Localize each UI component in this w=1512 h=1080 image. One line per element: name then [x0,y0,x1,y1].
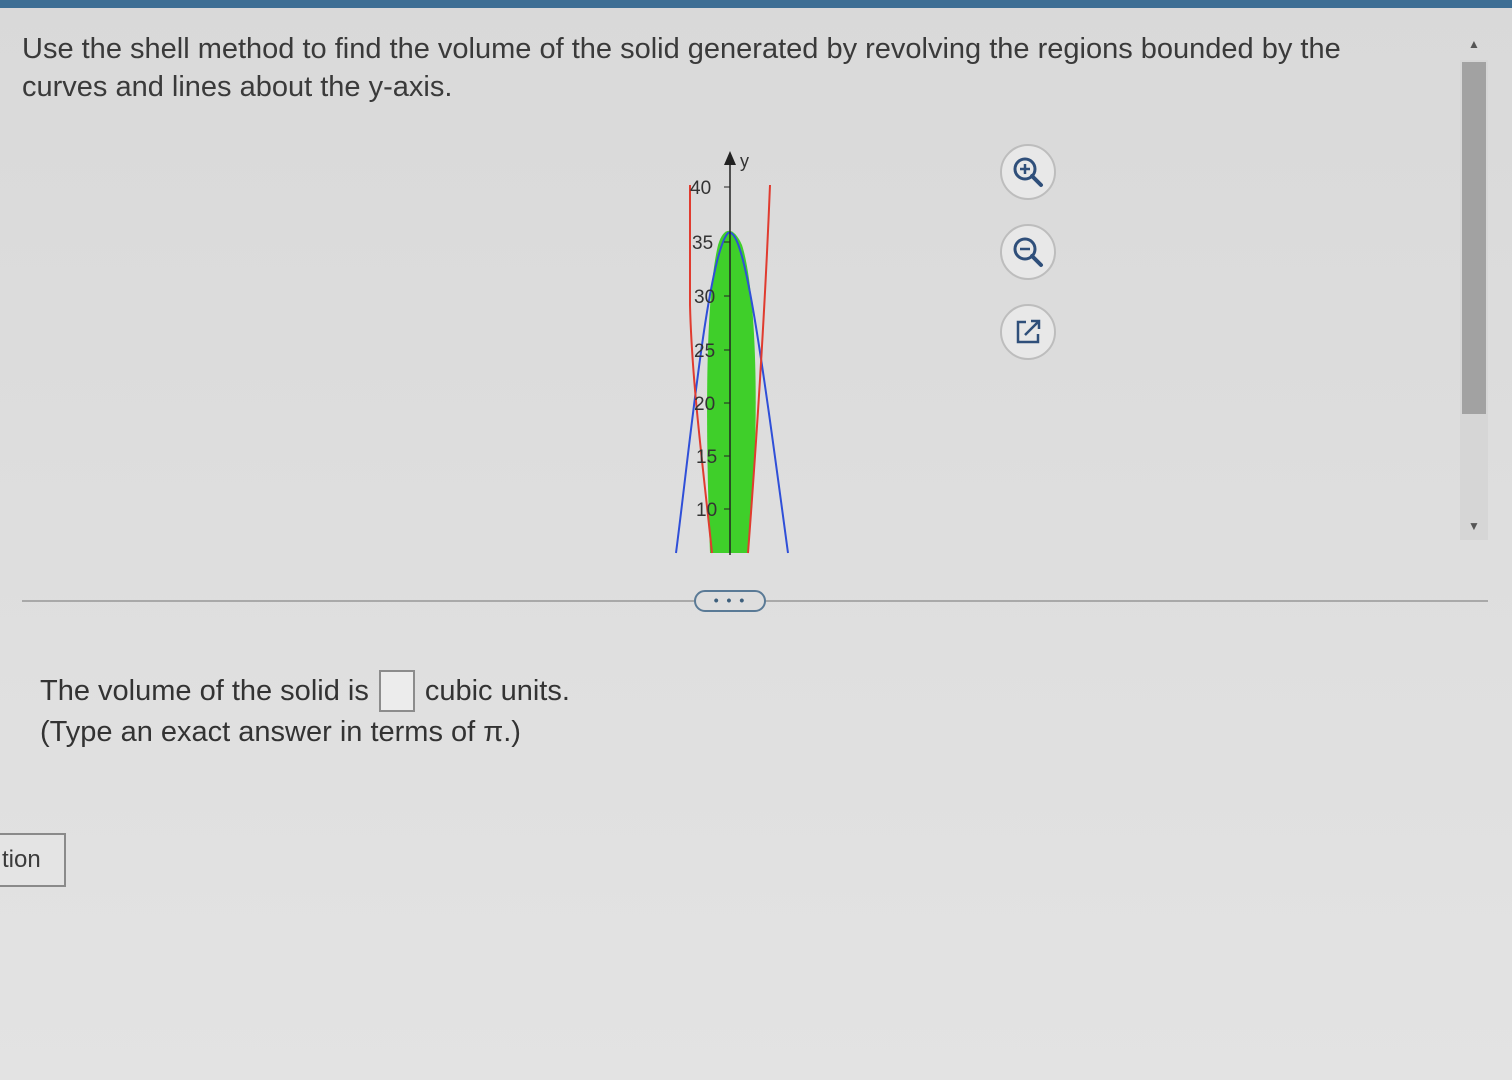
y-axis-label: y [740,151,749,171]
popout-button[interactable] [1000,304,1056,360]
scroll-down-arrow-icon[interactable]: ▼ [1462,516,1486,536]
scrollbar[interactable]: ▲ ▼ [1456,30,1488,550]
tick-label-20: 20 [694,394,715,415]
tick-label-15: 15 [696,447,717,468]
answer-prefix: The volume of the solid is [40,674,369,707]
question-text: Use the shell method to find the volume … [22,33,1341,103]
tick-label-30: 30 [694,287,715,308]
zoom-in-button[interactable] [1000,144,1056,200]
answer-input[interactable] [378,670,415,712]
scroll-thumb[interactable] [1462,62,1486,414]
answer-line: The volume of the solid is cubic units. [40,670,570,712]
page: Use the shell method to find the volume … [0,0,1512,1080]
tick-label-25: 25 [694,341,715,362]
tick-label-40: 40 [690,178,711,199]
more-button[interactable]: • • • [694,590,766,612]
question-side-button[interactable]: tion [0,833,66,887]
scroll-up-arrow-icon[interactable]: ▲ [1462,34,1486,54]
zoom-out-icon [1013,237,1043,267]
answer-suffix: cubic units. [424,674,570,707]
zoom-out-button[interactable] [1000,224,1056,280]
answer-hint: (Type an exact answer in terms of π.) [40,716,521,748]
y-axis-arrow [724,151,736,165]
graph-svg: y 40 35 30 25 20 15 10 [675,151,789,555]
region-graph: y 40 35 30 25 20 15 10 [660,145,800,560]
tick-label-10: 10 [696,500,717,521]
tick-label-35: 35 [692,233,713,254]
top-strip [0,0,1512,8]
zoom-in-icon [1013,157,1043,187]
external-link-icon [1016,319,1041,344]
